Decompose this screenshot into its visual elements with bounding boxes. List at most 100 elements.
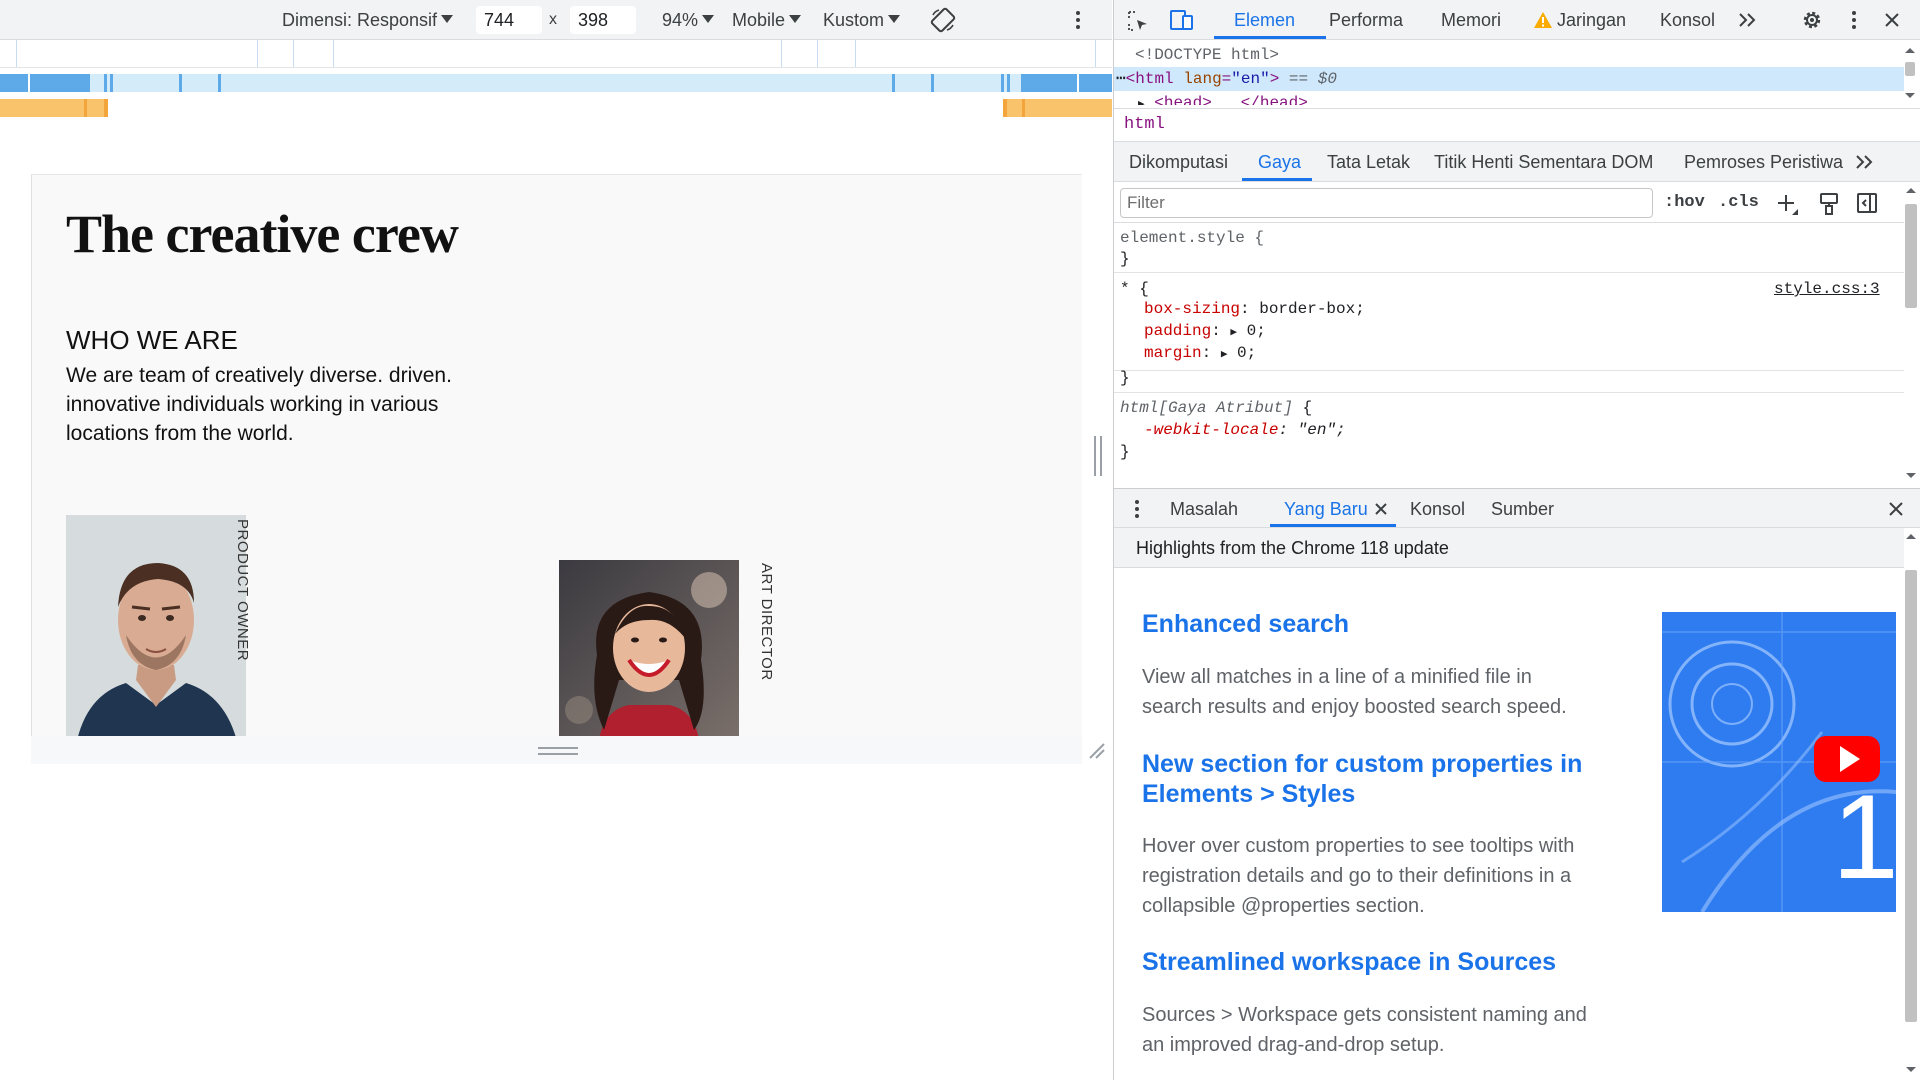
drawer-tab-issues[interactable]: Masalah [1170,489,1238,529]
tab-performance[interactable]: Performa [1329,0,1403,40]
expand-triangle-icon[interactable]: ▶ [1221,349,1228,361]
tab-dom-breakpoints[interactable]: Titik Henti Sementara DOM [1434,142,1653,182]
new-style-rule-icon[interactable] [1776,193,1800,217]
dom-scrollbar[interactable] [1902,44,1918,102]
zoom-dropdown[interactable]: 94% [662,0,715,40]
tab-computed[interactable]: Dikomputasi [1129,142,1228,182]
chevron-down-icon [441,15,454,23]
expand-triangle-icon: ▶ [1138,99,1145,105]
height-input[interactable]: 398 [570,6,636,34]
feature-title[interactable]: New section for custom properties in Ele… [1142,749,1592,809]
chevron-down-icon [888,15,901,23]
version-number: 1 [1832,770,1896,904]
declaration-box-sizing[interactable]: box-sizing: border-box; [1144,298,1365,320]
breadcrumb-html[interactable]: html [1124,109,1165,141]
active-tab-indicator [1214,36,1326,39]
close-brace: } [1120,369,1130,387]
drawer-scrollbar[interactable] [1903,528,1919,1080]
selected-marker: == $0 [1288,70,1337,88]
feature-body: Sources > Workspace gets consistent nami… [1142,1004,1587,1056]
bottom-resize-handle[interactable] [538,747,578,755]
tab-memory[interactable]: Memori [1441,0,1501,40]
close-brace: } [1120,443,1130,461]
element-style-selector[interactable]: element.style { [1120,227,1264,249]
feature-title[interactable]: Streamlined workspace in Sources [1142,947,1592,977]
customize-menu-icon[interactable] [1848,10,1860,30]
expand-triangle-icon[interactable]: ▶ [1230,327,1237,339]
dimensions-dropdown[interactable]: Dimensi: Responsif [282,0,454,40]
hov-toggle[interactable]: :hov [1664,183,1705,223]
dom-doctype[interactable]: <!DOCTYPE html> [1114,43,1904,67]
more-subtabs-icon[interactable] [1854,154,1874,170]
close-devtools-icon[interactable] [1884,12,1900,28]
more-options-icon[interactable] [1072,10,1084,30]
declaration-margin[interactable]: margin: ▶ 0; [1144,342,1256,364]
close-tab-icon[interactable] [1374,502,1388,516]
warning-icon [1534,12,1552,28]
throttle-dropdown[interactable]: Kustom [823,0,901,40]
html-attr-selector[interactable]: html[Gaya Atribut] { [1120,397,1312,419]
breadcrumb: html [1114,108,1920,142]
drawer-tab-sources[interactable]: Sumber [1491,489,1554,529]
rule-element-style: element.style { } [1114,224,1904,273]
toggle-sidebar-icon[interactable] [1856,192,1878,214]
art-director-photo [559,560,739,740]
product-owner-photo [66,515,246,745]
zoom-label: 94% [662,10,699,30]
throttle-label: Kustom [823,10,885,30]
rule-html-attributes: html[Gaya Atribut] { -webkit-locale: "en… [1114,392,1904,482]
tab-console[interactable]: Konsol [1660,0,1715,40]
close-drawer-icon[interactable] [1888,501,1904,517]
dom-html-selected[interactable]: ⋯<html lang="en"> == $0 [1114,67,1904,91]
max-width-queries[interactable] [0,74,1112,92]
declaration-padding[interactable]: padding: ▶ 0; [1144,320,1266,342]
section-heading: WHO WE ARE [66,325,238,355]
declaration-webkit-locale[interactable]: -webkit-locale: "en"; [1144,419,1346,441]
whats-new-header: Highlights from the Chrome 118 update [1114,528,1904,568]
dom-tree: <!DOCTYPE html> ⋯<html lang="en"> == $0 … [1114,41,1904,105]
device-toolbar: Dimensi: Responsif 744 x 398 94% Mobile … [0,0,1112,40]
width-input[interactable]: 744 [476,6,542,34]
device-type-label: Mobile [732,10,786,30]
style-source-link[interactable]: style.css:3 [1774,278,1880,300]
section-text: We are team of creatively diverse. drive… [66,364,452,445]
tab-event-listeners[interactable]: Pemroses Peristiwa [1684,142,1843,182]
more-tabs-icon[interactable] [1737,12,1757,28]
devtools-tabbar: Elemen Performa Memori Jaringan Konsol [1114,0,1920,40]
chevron-down-icon [702,15,715,23]
tab-layout[interactable]: Tata Letak [1327,142,1410,182]
styles-pane: element.style { } * { style.css:3 box-si… [1114,224,1904,482]
min-width-queries[interactable] [0,99,1112,117]
emulated-page: The creative crew WHO WE ARE We are team… [31,174,1082,764]
universal-selector[interactable]: * { [1120,278,1149,300]
cls-toggle[interactable]: .cls [1718,183,1759,223]
paint-brush-icon[interactable] [1818,192,1840,216]
dimensions-label: Dimensi: Responsif [282,10,438,30]
styles-subtabbar: Dikomputasi Gaya Tata Letak Titik Henti … [1114,142,1920,182]
dom-head[interactable]: ▶ <head> … </head> [1114,91,1904,105]
role-label: ART DIRECTOR [758,563,775,681]
rotate-icon[interactable] [930,7,956,33]
role-label: PRODUCT OWNER [234,519,251,662]
styles-filter-row: Filter :hov .cls [1114,183,1904,223]
device-type-dropdown[interactable]: Mobile [732,0,802,40]
inspect-element-icon[interactable] [1126,9,1150,33]
drawer-tab-whats-new[interactable]: Yang Baru [1284,489,1368,529]
feature-title[interactable]: Enhanced search [1142,609,1592,639]
tab-network[interactable]: Jaringan [1557,0,1626,40]
ellipsis-icon: ⋯ [1116,70,1126,88]
corner-resize-handle[interactable] [1086,740,1106,760]
tab-styles[interactable]: Gaya [1258,142,1301,182]
times-sign: x [549,11,557,28]
feature-body: View all matches in a line of a minified… [1142,666,1567,718]
video-thumbnail[interactable]: 1 [1662,612,1896,912]
right-resize-handle[interactable] [1094,436,1102,476]
drawer-tab-console[interactable]: Konsol [1410,489,1465,529]
device-toolbar-toggle-icon[interactable] [1168,8,1196,32]
chevron-down-icon [789,15,802,23]
styles-scrollbar[interactable] [1903,184,1919,482]
settings-gear-icon[interactable] [1800,8,1824,32]
drawer-menu-icon[interactable] [1132,499,1142,519]
styles-filter-input[interactable]: Filter [1120,188,1653,218]
tab-elements[interactable]: Elemen [1234,0,1295,40]
